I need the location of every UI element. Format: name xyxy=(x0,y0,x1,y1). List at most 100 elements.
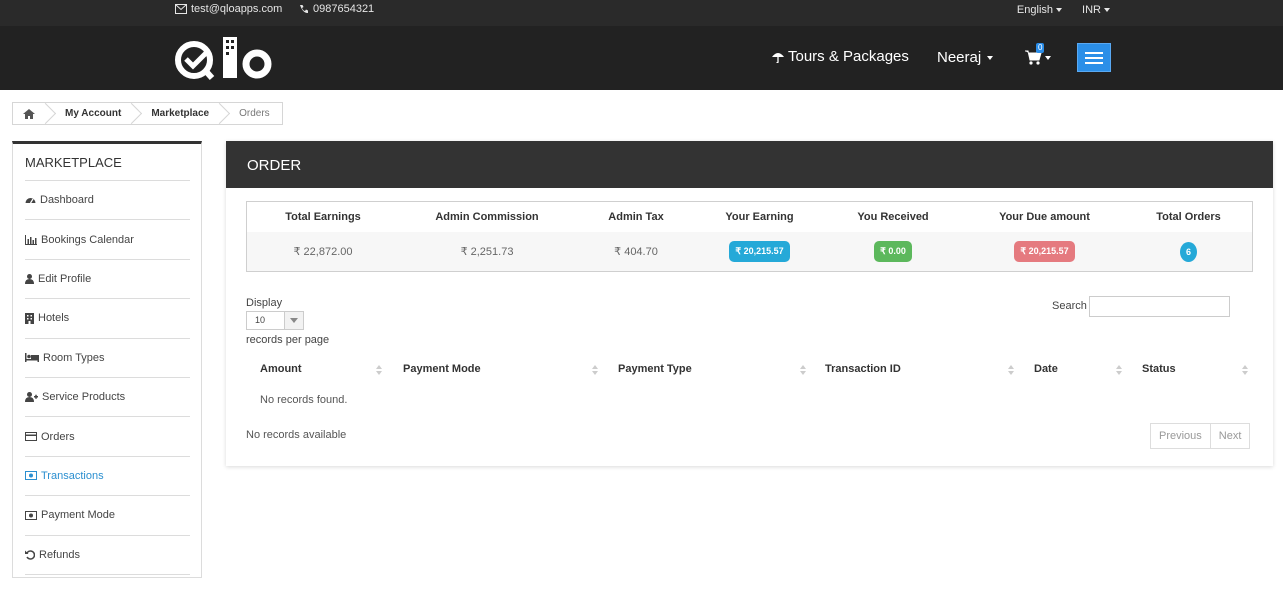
summary-header-row: Total Earnings Admin Commission Admin Ta… xyxy=(247,202,1252,232)
sort-icon[interactable] xyxy=(1116,365,1122,375)
column-payment-mode[interactable]: Payment Mode xyxy=(403,363,481,375)
phone-text: 0987654321 xyxy=(313,3,375,15)
value-admin-commission: ₹ 2,251.73 xyxy=(460,246,514,258)
phone-icon xyxy=(300,5,308,14)
money-icon xyxy=(25,510,37,520)
sidebar-item-label: Edit Profile xyxy=(38,272,92,285)
contact-phone[interactable]: 0987654321 xyxy=(299,3,374,15)
breadcrumb: My Account Marketplace Orders xyxy=(12,102,283,125)
sort-icon[interactable] xyxy=(376,365,382,375)
header-your-earning: Your Earning xyxy=(725,211,794,223)
dashboard-icon xyxy=(25,198,36,204)
nav-tours-label: Tours & Packages xyxy=(788,48,909,65)
email-text: test@qloapps.com xyxy=(191,3,283,15)
column-status[interactable]: Status xyxy=(1142,363,1176,375)
user-name: Neeraj xyxy=(937,49,982,66)
language-dropdown[interactable]: English xyxy=(1017,4,1062,16)
hamburger-menu-button[interactable] xyxy=(1077,43,1111,72)
sidebar-item-payment-mode[interactable]: Payment Mode xyxy=(25,495,190,534)
due-amount-badge: ₹ 20,215.57 xyxy=(1014,241,1075,262)
home-icon xyxy=(23,108,35,119)
chevron-down-icon xyxy=(1045,56,1051,60)
next-button[interactable]: Next xyxy=(1210,423,1251,449)
sidebar-item-edit-profile[interactable]: Edit Profile xyxy=(25,258,190,298)
summary-values-row: ₹ 22,872.00 ₹ 2,251.73 ₹ 404.70 ₹ 20,215… xyxy=(247,232,1252,271)
column-transaction-id[interactable]: Transaction ID xyxy=(825,363,901,375)
sidebar-item-hotels[interactable]: Hotels xyxy=(25,298,190,337)
page-size-select[interactable]: 10 xyxy=(246,311,304,330)
sidebar-item-bookings-calendar[interactable]: Bookings Calendar xyxy=(25,219,190,258)
currency-dropdown[interactable]: INR xyxy=(1082,4,1110,16)
chevron-down-icon xyxy=(1056,8,1062,12)
transactions-table-header: Amount Payment Mode Payment Type Transac… xyxy=(246,356,1253,384)
site-header: Tours & Packages Neeraj 0 xyxy=(0,26,1283,90)
top-bar: test@qloapps.com 0987654321 English INR xyxy=(0,0,1283,26)
contact-email[interactable]: test@qloapps.com xyxy=(175,3,282,15)
header-admin-tax: Admin Tax xyxy=(608,211,664,223)
sidebar-menu: Dashboard Bookings Calendar Edit Profile… xyxy=(25,180,190,613)
sidebar-item-label: Room Types xyxy=(43,351,105,364)
your-earning-badge: ₹ 20,215.57 xyxy=(729,241,790,262)
umbrella-icon xyxy=(772,52,784,63)
header-total-earnings: Total Earnings xyxy=(285,211,361,223)
previous-button[interactable]: Previous xyxy=(1150,423,1211,449)
sidebar: MARKETPLACE Dashboard Bookings Calendar … xyxy=(12,141,202,578)
sidebar-item-dashboard[interactable]: Dashboard xyxy=(25,180,190,219)
value-total-earnings: ₹ 22,872.00 xyxy=(293,246,353,258)
chevron-down-icon xyxy=(1104,8,1110,12)
user-icon xyxy=(25,273,34,284)
cart-button[interactable]: 0 xyxy=(1025,43,1055,69)
sidebar-item-service-products[interactable]: Service Products xyxy=(25,376,190,416)
money-icon xyxy=(25,471,37,481)
sidebar-divider xyxy=(25,573,190,613)
panel-title: ORDER xyxy=(226,141,1273,188)
column-payment-type[interactable]: Payment Type xyxy=(618,363,692,375)
pagination: Previous Next xyxy=(1150,423,1251,449)
sort-icon[interactable] xyxy=(1242,365,1248,375)
total-orders-badge: 6 xyxy=(1179,241,1197,262)
display-label: Display xyxy=(246,297,283,309)
qlo-logo[interactable] xyxy=(174,35,274,81)
breadcrumb-home[interactable] xyxy=(13,103,47,124)
sidebar-title: MARKETPLACE xyxy=(25,155,122,170)
sidebar-item-room-types[interactable]: Room Types xyxy=(25,337,190,377)
sidebar-item-orders[interactable]: Orders xyxy=(25,416,190,455)
sidebar-item-label: Dashboard xyxy=(40,194,94,207)
column-date[interactable]: Date xyxy=(1034,363,1058,375)
breadcrumb-orders: Orders xyxy=(239,108,270,119)
search-input[interactable] xyxy=(1089,296,1230,317)
value-admin-tax: ₹ 404.70 xyxy=(614,246,658,258)
bar-chart-icon xyxy=(25,234,37,245)
sort-icon[interactable] xyxy=(800,365,806,375)
records-per-page-label: records per page xyxy=(246,334,330,346)
user-plus-icon xyxy=(25,392,38,403)
sidebar-item-transactions[interactable]: Transactions xyxy=(25,455,190,495)
sort-icon[interactable] xyxy=(592,365,598,375)
envelope-icon xyxy=(175,4,187,14)
nav-tours-packages[interactable]: Tours & Packages xyxy=(772,48,909,65)
sort-icon[interactable] xyxy=(1008,365,1014,375)
sidebar-item-label: Orders xyxy=(41,430,75,443)
sidebar-item-label: Refunds xyxy=(39,548,80,561)
bed-icon xyxy=(25,353,39,363)
header-your-due-amount: Your Due amount xyxy=(999,211,1090,223)
sidebar-item-label: Hotels xyxy=(38,312,70,325)
header-you-received: You Received xyxy=(857,211,929,223)
sidebar-item-refunds[interactable]: Refunds xyxy=(25,534,190,574)
breadcrumb-marketplace[interactable]: Marketplace xyxy=(133,103,221,124)
currency-label: INR xyxy=(1082,4,1101,16)
page-size-value: 10 xyxy=(255,315,266,325)
building-icon xyxy=(25,312,34,324)
chevron-down-icon xyxy=(284,312,303,329)
earnings-summary-table: Total Earnings Admin Commission Admin Ta… xyxy=(246,201,1253,272)
user-dropdown[interactable]: Neeraj xyxy=(937,49,994,66)
search-label: Search xyxy=(1052,300,1087,312)
sidebar-item-label: Bookings Calendar xyxy=(41,233,134,246)
credit-card-icon xyxy=(25,432,37,442)
column-amount[interactable]: Amount xyxy=(260,363,302,375)
you-received-badge: ₹ 0.00 xyxy=(874,241,912,262)
header-admin-commission: Admin Commission xyxy=(435,211,539,223)
sidebar-item-label: Transactions xyxy=(41,469,104,482)
breadcrumb-my-account[interactable]: My Account xyxy=(47,103,133,124)
language-label: English xyxy=(1016,4,1053,16)
